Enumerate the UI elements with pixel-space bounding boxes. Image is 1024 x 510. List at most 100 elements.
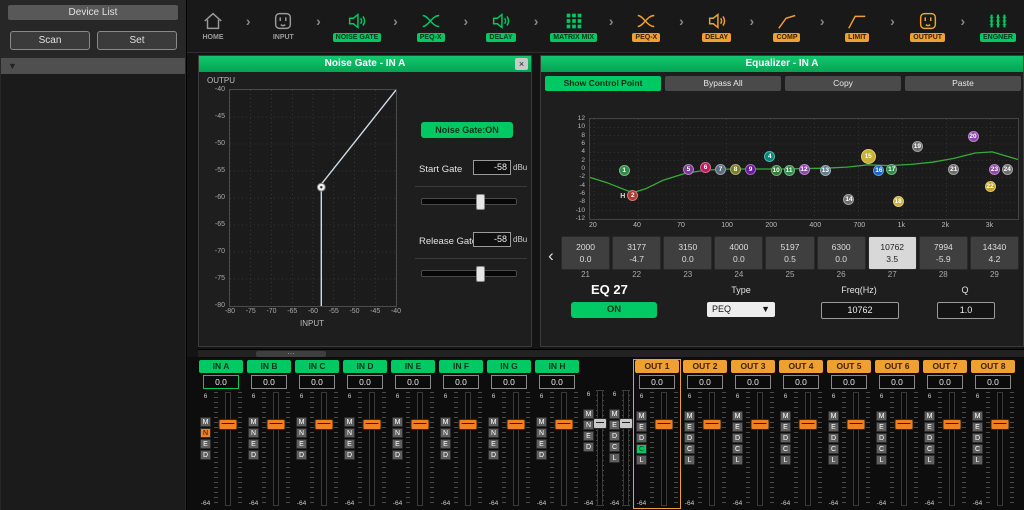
channel-button-c[interactable]: C: [972, 444, 983, 454]
filter-type-select[interactable]: PEQ ▼: [707, 302, 775, 317]
eq-button-copy[interactable]: Copy: [785, 76, 901, 91]
channel-button-e[interactable]: E: [536, 439, 547, 449]
fader-track[interactable]: [794, 392, 822, 506]
fader-track[interactable]: [698, 392, 726, 506]
channel-button-m[interactable]: M: [440, 417, 451, 427]
eq-control-point[interactable]: 9: [745, 164, 756, 175]
fader-track[interactable]: [746, 392, 774, 506]
eq-band-cell[interactable]: 51970.5: [765, 236, 814, 270]
channel-button-e[interactable]: E: [924, 422, 935, 432]
noise-gate-on-button[interactable]: Noise Gate:ON: [421, 122, 513, 138]
channel-button-e[interactable]: E: [296, 439, 307, 449]
close-icon[interactable]: ×: [515, 58, 528, 70]
channel-button-d[interactable]: D: [536, 450, 547, 460]
channel-button-n[interactable]: N: [440, 428, 451, 438]
toolbar-item-input[interactable]: INPUT: [262, 10, 304, 42]
channel-gain-value[interactable]: 0.0: [299, 375, 335, 389]
channel-button-m[interactable]: M: [972, 411, 983, 421]
fader-track[interactable]: [842, 392, 870, 506]
fader-handle[interactable]: [459, 419, 478, 430]
channel-gain-value[interactable]: 0.0: [687, 375, 723, 389]
channel-button-c[interactable]: C: [924, 444, 935, 454]
channel-gain-value[interactable]: 0.0: [735, 375, 771, 389]
channel-button-d[interactable]: D: [876, 433, 887, 443]
eq-control-point[interactable]: 20: [968, 131, 979, 142]
channel-button-m[interactable]: M: [583, 409, 594, 419]
channel-button-d[interactable]: D: [924, 433, 935, 443]
fader-handle[interactable]: [847, 419, 866, 430]
channel-button-n[interactable]: N: [536, 428, 547, 438]
channel-button-c[interactable]: C: [636, 444, 647, 454]
channel-button-n[interactable]: N: [296, 428, 307, 438]
channel-button-e[interactable]: E: [344, 439, 355, 449]
channel-button-d[interactable]: D: [684, 433, 695, 443]
release-gate-value[interactable]: -58: [473, 232, 511, 247]
eq-band-cell[interactable]: 40000.0: [714, 236, 763, 270]
frequency-field[interactable]: 10762: [821, 302, 899, 319]
fader-handle[interactable]: [799, 419, 818, 430]
toolbar-item-noise-gate[interactable]: NOISE GATE: [333, 10, 382, 42]
eq-control-point[interactable]: 17: [886, 164, 897, 175]
eq-control-point[interactable]: 8: [730, 164, 741, 175]
fader-track[interactable]: [502, 392, 530, 506]
channel-gain-value[interactable]: 0.0: [831, 375, 867, 389]
channel-button-m[interactable]: M: [609, 409, 620, 419]
fader-handle[interactable]: [363, 419, 382, 430]
channel-button-m[interactable]: M: [828, 411, 839, 421]
toolbar-item-delay[interactable]: DELAY: [480, 10, 522, 42]
channel-button-l[interactable]: L: [828, 455, 839, 465]
fader-track[interactable]: [214, 392, 242, 506]
fader-track[interactable]: [890, 392, 918, 506]
fader-handle[interactable]: [219, 419, 238, 430]
eq-control-point[interactable]: 18: [893, 196, 904, 207]
channel-gain-value[interactable]: 0.0: [491, 375, 527, 389]
eq-control-point[interactable]: 7: [715, 164, 726, 175]
toolbar-item-peq-x[interactable]: PEQ-X: [410, 10, 452, 42]
toolbar-item-peq-x[interactable]: PEQ-X: [625, 10, 667, 42]
channel-button-c[interactable]: C: [828, 444, 839, 454]
channel-button-e[interactable]: E: [684, 422, 695, 432]
channel-button-c[interactable]: C: [609, 442, 620, 452]
fader-track[interactable]: [596, 390, 604, 506]
channel-button-n[interactable]: N: [488, 428, 499, 438]
fader-handle[interactable]: [703, 419, 722, 430]
equalizer-graph[interactable]: 12H567894101112131415161718192021222324: [589, 118, 1019, 220]
channel-button-l[interactable]: L: [636, 455, 647, 465]
channel-button-e[interactable]: E: [248, 439, 259, 449]
channel-gain-value[interactable]: 0.0: [539, 375, 575, 389]
channel-gain-value[interactable]: 0.0: [443, 375, 479, 389]
channel-button-m[interactable]: M: [248, 417, 259, 427]
channel-button-l[interactable]: L: [609, 453, 620, 463]
channel-button-e[interactable]: E: [732, 422, 743, 432]
release-gate-slider[interactable]: [421, 270, 517, 277]
channel-button-m[interactable]: M: [344, 417, 355, 427]
channel-gain-value[interactable]: 0.0: [879, 375, 915, 389]
channel-button-m[interactable]: M: [684, 411, 695, 421]
channel-button-d[interactable]: D: [583, 442, 594, 452]
eq-band-cell[interactable]: 107623.5: [868, 236, 917, 270]
fader-track[interactable]: [550, 392, 578, 506]
fader-track[interactable]: [454, 392, 482, 506]
fader-track[interactable]: [262, 392, 290, 506]
fader-handle[interactable]: [655, 419, 674, 430]
toolbar-item-engner[interactable]: ENGNER: [977, 10, 1019, 42]
channel-button-l[interactable]: L: [732, 455, 743, 465]
channel-button-m[interactable]: M: [876, 411, 887, 421]
fader-track[interactable]: [986, 392, 1014, 506]
fader-track[interactable]: [938, 392, 966, 506]
channel-button-m[interactable]: M: [780, 411, 791, 421]
channel-button-e[interactable]: E: [440, 439, 451, 449]
eq-button-paste[interactable]: Paste: [905, 76, 1021, 91]
channel-gain-value[interactable]: 0.0: [347, 375, 383, 389]
fader-handle[interactable]: [267, 419, 286, 430]
eq-band-cell[interactable]: 63000.0: [817, 236, 866, 270]
channel-button-d[interactable]: D: [200, 450, 211, 460]
fader-handle[interactable]: [619, 418, 633, 429]
channel-gain-value[interactable]: 0.0: [783, 375, 819, 389]
eq-band-cell[interactable]: 3177-4.7: [612, 236, 661, 270]
channel-button-c[interactable]: C: [780, 444, 791, 454]
toolbar-item-output[interactable]: OUTPUT: [907, 10, 949, 42]
band-scroll-left-button[interactable]: ‹: [543, 238, 559, 274]
fader-handle[interactable]: [315, 419, 334, 430]
channel-button-m[interactable]: M: [488, 417, 499, 427]
